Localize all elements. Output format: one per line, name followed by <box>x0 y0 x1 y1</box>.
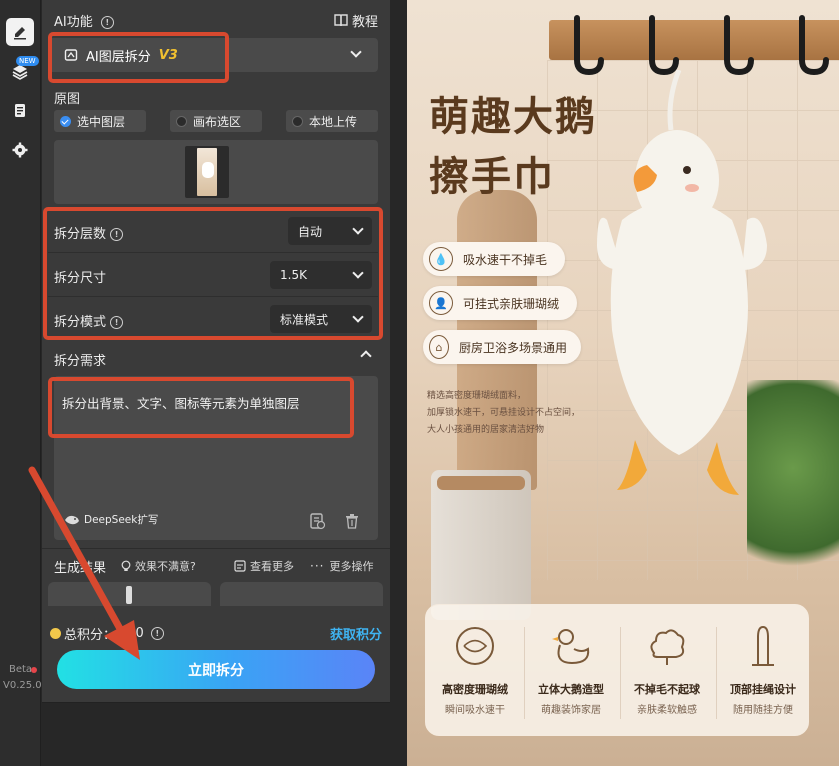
feature-1: 高密度珊瑚绒 瞬间吸水速干 <box>430 605 520 737</box>
feature-sub: 瞬间吸水速干 <box>445 705 505 716</box>
description-line: 精选高密度珊瑚绒面料， <box>427 391 527 401</box>
jar-lid <box>437 476 525 490</box>
canvas-preview[interactable]: 萌趣大鹅 擦手巾 💧 吸水速干不掉毛 👤 可挂式亲肤珊瑚绒 ⌂ 厨房卫浴多场景通用 精… <box>407 0 839 766</box>
pill-label: 厨房卫浴多场景通用 <box>458 340 567 355</box>
cotton-icon <box>650 629 685 665</box>
ceramic-jar <box>431 470 531 620</box>
feature-title: 立体大鹅造型 <box>538 683 604 696</box>
feature-pill-2: 👤 可挂式亲肤珊瑚绒 <box>423 286 577 320</box>
feature-title: 顶部挂绳设计 <box>730 683 796 696</box>
product-title-line2: 擦手巾 <box>429 154 555 200</box>
user-icon: 👤 <box>429 291 453 315</box>
annotation-arrow <box>28 466 140 660</box>
feature-divider <box>524 627 525 719</box>
feature-title: 不掉毛不起球 <box>634 683 700 696</box>
feature-card: 高密度珊瑚绒 瞬间吸水速干 立体大鹅造型 萌趣装饰家居 不掉毛不起球 亲肤柔软触… <box>425 604 809 736</box>
hanging-loop-icon <box>752 625 774 666</box>
description-line: 加厚锁水速干，可悬挂设计不占空间， <box>427 408 581 418</box>
coral-fleece-icon <box>456 627 494 665</box>
feature-3: 不掉毛不起球 亲肤柔软触感 <box>622 605 712 737</box>
plant <box>747 380 839 600</box>
feature-divider <box>620 627 621 719</box>
home-icon: ⌂ <box>429 335 449 359</box>
feature-divider <box>716 627 717 719</box>
feature-2: 立体大鹅造型 萌趣装饰家居 <box>526 605 616 737</box>
water-drop-icon: 💧 <box>429 247 453 271</box>
pill-label: 可挂式亲肤珊瑚绒 <box>463 296 560 311</box>
duck-icon <box>552 629 590 665</box>
product-title-line1: 萌趣大鹅 <box>429 94 597 140</box>
feature-sub: 亲肤柔软触感 <box>637 705 697 716</box>
feature-sub: 萌趣装饰家居 <box>541 705 601 716</box>
pill-label: 吸水速干不掉毛 <box>463 252 548 267</box>
feature-pill-3: ⌂ 厨房卫浴多场景通用 <box>423 330 581 364</box>
feature-sub: 随用随挂方便 <box>733 705 793 716</box>
description-line: 大人小孩通用的居家清洁好物 <box>427 425 545 435</box>
feature-4: 顶部挂绳设计 随用随挂方便 <box>718 605 808 737</box>
feature-pill-1: 💧 吸水速干不掉毛 <box>423 242 565 276</box>
feature-title: 高密度珊瑚绒 <box>442 683 508 696</box>
